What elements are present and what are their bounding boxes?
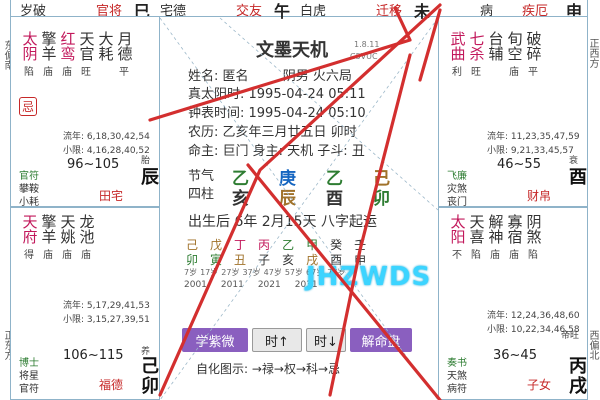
- red-marker-strokes: [148, 3, 442, 400]
- annotation-overlay: [148, 3, 442, 400]
- red-stroke-2: [158, 3, 442, 397]
- red-stroke-3: [328, 53, 412, 397]
- red-stroke-1: [148, 6, 412, 122]
- red-stroke-5: [246, 163, 442, 400]
